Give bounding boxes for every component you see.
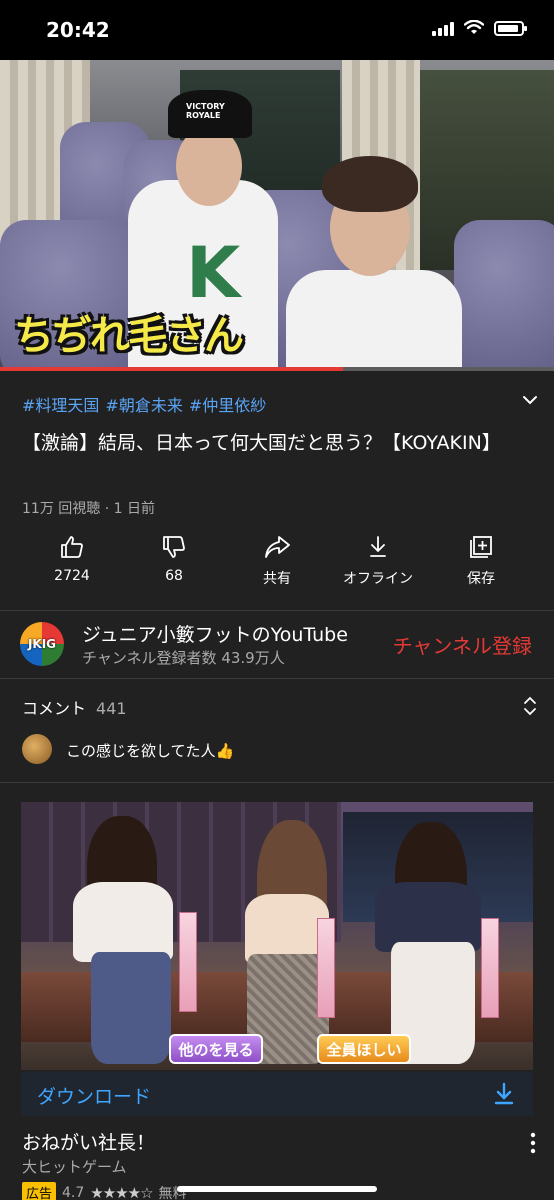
hashtag-list: #料理天国 #朝倉未来 #仲里依紗	[22, 392, 266, 416]
ad-badge: 広告	[22, 1182, 57, 1200]
home-indicator[interactable]	[177, 1186, 377, 1192]
thumbs-up-icon	[61, 536, 83, 558]
expand-collapse-icon[interactable]	[520, 694, 540, 718]
battery-icon	[494, 20, 527, 36]
comments-section[interactable]: コメント 441 この感じを欲してた人👍	[0, 680, 554, 780]
channel-avatar-text: JKIG	[27, 637, 57, 651]
ad-download-bar[interactable]: ダウンロード	[21, 1072, 533, 1116]
channel-row[interactable]: JKIG ジュニア小籔フットのYouTube チャンネル登録者数 43.9万人 …	[0, 612, 554, 678]
person-shirt	[286, 270, 462, 368]
offline-button[interactable]: オフライン	[333, 534, 423, 594]
ad-subtitle: 大ヒットゲーム	[22, 1158, 127, 1176]
share-icon	[265, 536, 290, 558]
ad-rating: 4.7	[62, 1184, 85, 1200]
offline-label: オフライン	[343, 571, 413, 587]
shirt-letter: K	[186, 232, 241, 314]
wifi-icon	[464, 20, 484, 34]
ad-figure-top	[73, 882, 173, 962]
signal-icon	[432, 20, 454, 36]
ad-stars: ★★★★☆	[90, 1183, 153, 1200]
comments-count: 441	[96, 699, 127, 718]
bus-seat	[454, 220, 554, 368]
ad-sash	[317, 918, 335, 1018]
thumbs-down-icon	[163, 536, 185, 558]
comments-header: コメント 441	[22, 695, 127, 719]
divider	[0, 610, 554, 611]
share-label: 共有	[263, 571, 291, 587]
like-count: 2724	[54, 568, 90, 584]
person-hair	[322, 156, 418, 212]
ad-title[interactable]: おねがい社長！	[22, 1128, 155, 1155]
status-time: 20:42	[46, 18, 110, 42]
dislike-count: 68	[165, 568, 183, 584]
chevron-down-icon[interactable]	[520, 390, 540, 410]
person-head	[176, 126, 242, 206]
dislike-button[interactable]: 68	[129, 534, 219, 594]
like-button[interactable]: 2724	[27, 534, 117, 594]
save-button[interactable]: 保存	[436, 534, 526, 594]
action-bar: 2724 68 共有 オフライン 保存	[0, 534, 554, 594]
more-vert-icon[interactable]	[530, 1132, 536, 1154]
hashtag-link[interactable]: #仲里依紗	[189, 392, 266, 416]
download-icon	[370, 536, 386, 557]
ad-download-label: ダウンロード	[37, 1086, 152, 1108]
ad-info-row: 広告 4.7 ★★★★☆ 無料	[22, 1182, 187, 1200]
hashtag-link[interactable]: #料理天国	[22, 392, 99, 416]
top-comment: この感じを欲してた人👍	[66, 742, 235, 760]
status-bar: 20:42	[0, 0, 554, 60]
share-button[interactable]: 共有	[232, 534, 322, 594]
commenter-avatar	[22, 734, 52, 764]
channel-subscribers: チャンネル登録者数 43.9万人	[82, 649, 285, 667]
download-icon	[494, 1082, 514, 1105]
ad-see-others-button[interactable]: 他のを見る	[169, 1034, 263, 1064]
video-caption: ちぢれ毛さん	[14, 313, 244, 359]
ad-figure-skirt	[91, 952, 171, 1064]
status-icons	[432, 20, 527, 36]
cap-text: VICTORY ROYALE	[186, 102, 225, 120]
video-meta: 11万 回視聴 · 1 日前	[22, 501, 155, 517]
ad-sash	[179, 912, 197, 1012]
channel-name[interactable]: ジュニア小籔フットのYouTube	[82, 620, 348, 647]
comments-title: コメント	[22, 699, 87, 718]
ad-want-all-button[interactable]: 全員ほしい	[317, 1034, 411, 1064]
video-progress-bar[interactable]	[0, 367, 554, 371]
video-player[interactable]: K VICTORY ROYALE ちぢれ毛さん	[0, 60, 554, 368]
subscribe-button[interactable]: チャンネル登録	[393, 630, 532, 659]
save-label: 保存	[467, 571, 495, 587]
video-progress-fill	[0, 367, 344, 371]
hashtag-link[interactable]: #朝倉未来	[105, 392, 182, 416]
channel-avatar[interactable]: JKIG	[20, 622, 64, 666]
ad-sash	[481, 918, 499, 1018]
video-title[interactable]: 【激論】結局、日本って何大国だと思う？【KOYAKIN】	[22, 424, 512, 462]
playlist-add-icon	[470, 536, 492, 558]
ad-image[interactable]: 他のを見る 全員ほしい	[21, 802, 533, 1070]
divider	[0, 678, 554, 679]
ad-card[interactable]: 他のを見る 全員ほしい ダウンロード おねがい社長！ 大ヒットゲーム 広告 4.…	[0, 782, 554, 1200]
